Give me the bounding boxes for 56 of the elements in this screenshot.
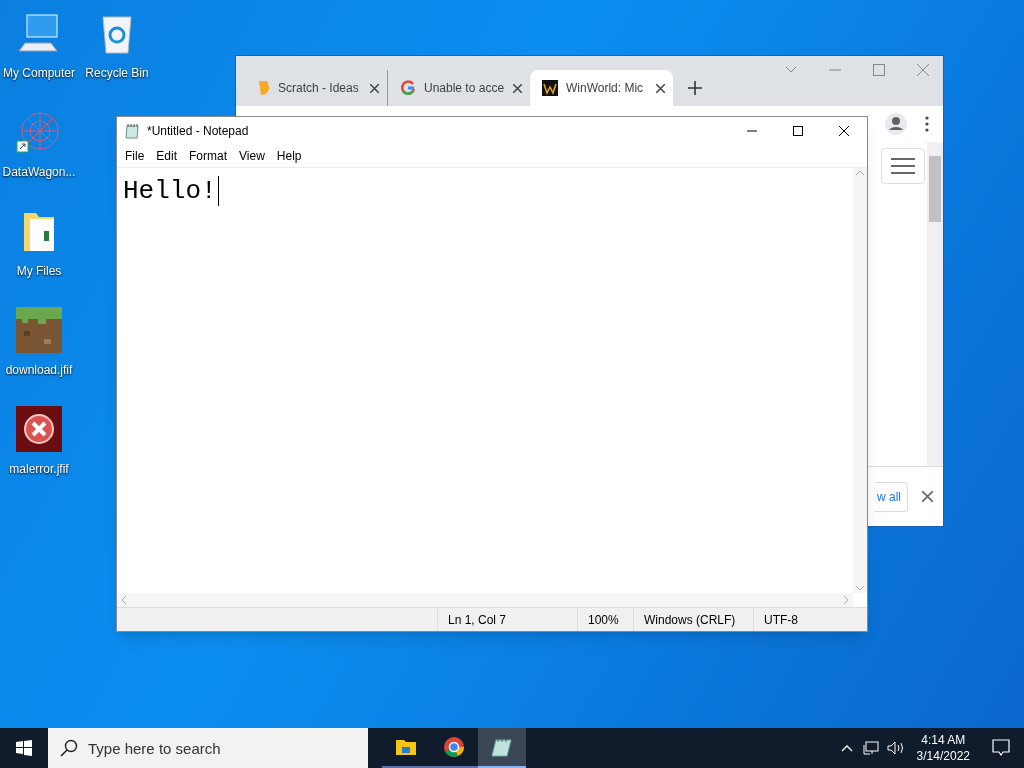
menu-item[interactable]: View bbox=[233, 147, 271, 165]
clock[interactable]: 4:14 AM 3/14/2022 bbox=[908, 732, 978, 764]
menu-item[interactable]: Edit bbox=[150, 147, 184, 165]
close-icon bbox=[839, 126, 849, 136]
menu-item[interactable]: Format bbox=[183, 147, 234, 165]
menu-item[interactable]: Help bbox=[270, 147, 308, 165]
close-icon[interactable] bbox=[513, 83, 522, 93]
more-menu-icon[interactable] bbox=[925, 116, 929, 132]
desktop-icon-label[interactable]: DataWagon... bbox=[2, 163, 76, 181]
chrome-logo-icon bbox=[443, 736, 465, 758]
network-graphic-icon bbox=[16, 109, 62, 155]
status-text: Windows (CRLF) bbox=[633, 608, 753, 631]
windows-logo-icon bbox=[16, 740, 32, 756]
status-text: 100% bbox=[577, 608, 633, 631]
close-icon[interactable] bbox=[370, 83, 379, 93]
profile-icon[interactable] bbox=[885, 113, 907, 135]
maximize-icon bbox=[793, 126, 803, 136]
vertical-scrollbar[interactable] bbox=[927, 142, 943, 466]
date-text: 3/14/2022 bbox=[916, 748, 970, 764]
network-icon[interactable] bbox=[862, 741, 879, 755]
desktop-icon-label[interactable]: My Files bbox=[16, 262, 62, 280]
status-text: UTF-8 bbox=[753, 608, 863, 631]
plus-icon bbox=[688, 81, 702, 95]
search-field[interactable]: Type here to search bbox=[48, 728, 368, 768]
status-text: Ln 1, Col 7 bbox=[437, 608, 577, 631]
show-all-button[interactable]: w all bbox=[875, 481, 908, 512]
folder-icon bbox=[395, 738, 417, 756]
google-logo-icon bbox=[400, 80, 416, 96]
scratch-logo-icon bbox=[256, 80, 270, 96]
desktop-icon-label[interactable]: My Computer bbox=[3, 64, 75, 82]
speech-bubble-icon bbox=[992, 739, 1010, 757]
document-text[interactable]: Hello! bbox=[123, 176, 219, 206]
winworld-logo-icon bbox=[542, 80, 558, 96]
error-icon bbox=[16, 406, 62, 452]
notepad-icon bbox=[125, 123, 141, 139]
close-icon[interactable] bbox=[656, 83, 665, 93]
volume-icon[interactable] bbox=[886, 741, 905, 755]
search-icon bbox=[60, 739, 78, 757]
window-title: *Untitled - Notepad bbox=[147, 123, 249, 140]
desktop-icon-label[interactable]: malerror.jfif bbox=[9, 460, 69, 478]
chevron-down-icon[interactable] bbox=[785, 66, 797, 74]
desktop-icon-label[interactable]: Recycle Bin bbox=[85, 64, 149, 82]
chevron-up-icon[interactable] bbox=[840, 744, 853, 752]
close-icon[interactable] bbox=[922, 491, 933, 502]
dirt-block-icon bbox=[16, 307, 62, 353]
taskbar-app-button[interactable] bbox=[478, 728, 526, 768]
menu-icon bbox=[891, 157, 915, 175]
new-tab-button[interactable] bbox=[685, 78, 705, 98]
hamburger-menu-button[interactable] bbox=[881, 148, 925, 184]
notepad-icon bbox=[491, 737, 513, 757]
desktop-icon-label[interactable]: download.jfif bbox=[5, 361, 73, 379]
maximize-icon[interactable] bbox=[873, 64, 885, 76]
time-text: 4:14 AM bbox=[921, 732, 966, 748]
computer-icon bbox=[17, 13, 61, 53]
browser-tab[interactable]: WinWorld: Mic bbox=[530, 70, 673, 106]
menu-item[interactable]: File bbox=[119, 147, 151, 165]
